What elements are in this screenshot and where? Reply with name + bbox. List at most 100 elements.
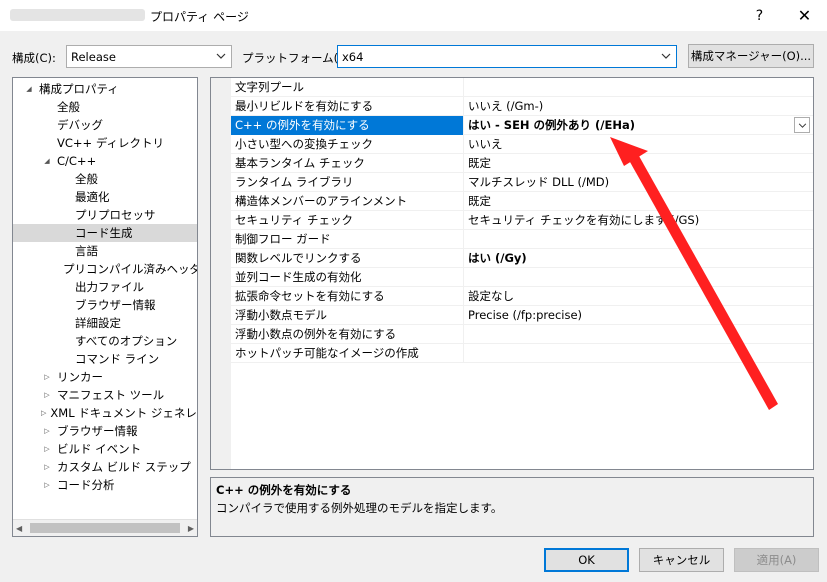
tree-item[interactable]: コード生成 xyxy=(13,224,197,242)
property-name: ランタイム ライブラリ xyxy=(235,175,354,189)
property-value[interactable] xyxy=(463,78,813,97)
apply-button[interactable]: 適用(A) xyxy=(734,548,819,572)
property-value[interactable] xyxy=(463,268,813,287)
tree-item[interactable]: ▷ マニフェスト ツール xyxy=(13,386,197,404)
tree-horizontal-scrollbar[interactable]: ◀ ▶ xyxy=(13,519,197,536)
property-value-text: マルチスレッド DLL (/MD) xyxy=(468,175,610,189)
tree-item-label: コード生成 xyxy=(75,226,133,240)
tree-item[interactable]: 最適化 xyxy=(13,188,197,206)
tree-item[interactable]: すべてのオプション xyxy=(13,332,197,350)
scroll-right-icon[interactable]: ▶ xyxy=(188,524,194,533)
tree-item[interactable]: ▷XML ドキュメント ジェネレーター xyxy=(13,404,197,422)
property-row[interactable]: ランタイム ライブラリ マルチスレッド DLL (/MD) xyxy=(231,173,813,192)
expanded-triangle-icon[interactable]: ◢ xyxy=(41,157,53,165)
tree-item[interactable]: ▷ ブラウザー情報 xyxy=(13,422,197,440)
tree-item[interactable]: 出力ファイル xyxy=(13,278,197,296)
collapsed-triangle-icon[interactable]: ▷ xyxy=(41,427,53,435)
property-value[interactable]: Precise (/fp:precise) xyxy=(463,306,813,325)
property-row[interactable]: セキュリティ チェック セキュリティ チェックを有効にします (/GS) xyxy=(231,211,813,230)
property-value-text: Precise (/fp:precise) xyxy=(468,308,583,322)
property-value-text: 設定なし xyxy=(468,289,514,303)
tree-item[interactable]: 全般 xyxy=(13,170,197,188)
tree-item[interactable]: ▷ コード分析 xyxy=(13,476,197,494)
collapsed-triangle-icon[interactable]: ▷ xyxy=(41,373,53,381)
property-value-text: 既定 xyxy=(468,194,491,208)
tree-item[interactable]: 詳細設定 xyxy=(13,314,197,332)
property-row[interactable]: 並列コード生成の有効化 xyxy=(231,268,813,287)
property-row[interactable]: ホットパッチ可能なイメージの作成 xyxy=(231,344,813,363)
property-row[interactable]: 基本ランタイム チェック 既定 xyxy=(231,154,813,173)
description-text: コンパイラで使用する例外処理のモデルを指定します。 xyxy=(216,501,503,515)
property-value[interactable] xyxy=(463,230,813,249)
property-name: C++ の例外を有効にする xyxy=(231,116,463,135)
tree-item-label: 出力ファイル xyxy=(75,280,144,294)
tree-item-label: コード分析 xyxy=(57,478,115,492)
cancel-button[interactable]: キャンセル xyxy=(639,548,724,572)
collapsed-triangle-icon[interactable]: ▷ xyxy=(41,463,53,471)
config-combo[interactable]: Release xyxy=(66,45,232,68)
tree-item[interactable]: デバッグ xyxy=(13,116,197,134)
property-name: セキュリティ チェック xyxy=(235,213,353,227)
property-row[interactable]: 浮動小数点の例外を有効にする xyxy=(231,325,813,344)
ok-button[interactable]: OK xyxy=(544,548,629,572)
property-value[interactable]: 既定 xyxy=(463,192,813,211)
platform-combo[interactable]: x64 xyxy=(337,45,677,68)
chevron-down-icon xyxy=(215,49,227,63)
property-value[interactable] xyxy=(463,325,813,344)
title-blurred-project-name xyxy=(10,9,145,21)
property-value[interactable]: はい - SEH の例外あり (/EHa) xyxy=(463,116,813,135)
tree-item[interactable]: ◢ C/C++ xyxy=(13,152,197,170)
property-name: 最小リビルドを有効にする xyxy=(235,99,374,113)
tree-item-label: 詳細設定 xyxy=(75,316,121,330)
tree-item[interactable]: ▷ リンカー xyxy=(13,368,197,386)
tree-item-label: XML ドキュメント ジェネレーター xyxy=(50,406,197,420)
help-button[interactable]: ? xyxy=(737,0,782,31)
chevron-down-icon[interactable] xyxy=(794,117,810,133)
tree-item[interactable]: ▷ ビルド イベント xyxy=(13,440,197,458)
collapsed-triangle-icon[interactable]: ▷ xyxy=(41,445,53,453)
property-row[interactable]: 構造体メンバーのアラインメント 既定 xyxy=(231,192,813,211)
grid-gutter xyxy=(211,78,231,469)
tree-item[interactable]: ブラウザー情報 xyxy=(13,296,197,314)
property-row[interactable]: C++ の例外を有効にする はい - SEH の例外あり (/EHa) xyxy=(231,116,813,135)
property-tree[interactable]: ◢ 構成プロパティ 全般 デバッグ VC++ ディレクトリ ◢ C/C++ 全般 最適化 プリプロ… xyxy=(12,77,198,537)
tree-item[interactable]: 全般 xyxy=(13,98,197,116)
tree-item-label: VC++ ディレクトリ xyxy=(57,136,165,150)
property-row[interactable]: 最小リビルドを有効にする いいえ (/Gm-) xyxy=(231,97,813,116)
tree-item[interactable]: 言語 xyxy=(13,242,197,260)
tree-item-label: 全般 xyxy=(75,172,98,186)
expanded-triangle-icon[interactable]: ◢ xyxy=(23,85,35,93)
property-value[interactable]: セキュリティ チェックを有効にします (/GS) xyxy=(463,211,813,230)
property-row[interactable]: 関数レベルでリンクする はい (/Gy) xyxy=(231,249,813,268)
scroll-thumb[interactable] xyxy=(30,523,180,533)
property-value[interactable]: 既定 xyxy=(463,154,813,173)
tree-item[interactable]: ▷ カスタム ビルド ステップ xyxy=(13,458,197,476)
property-row[interactable]: 制御フロー ガード xyxy=(231,230,813,249)
tree-item[interactable]: ◢ 構成プロパティ xyxy=(13,80,197,98)
config-manager-button[interactable]: 構成マネージャー(O)... xyxy=(688,44,814,68)
property-row[interactable]: 浮動小数点モデル Precise (/fp:precise) xyxy=(231,306,813,325)
close-button[interactable]: ✕ xyxy=(782,0,827,31)
collapsed-triangle-icon[interactable]: ▷ xyxy=(41,481,53,489)
property-value[interactable] xyxy=(463,344,813,363)
property-value[interactable]: はい (/Gy) xyxy=(463,249,813,268)
tree-item[interactable]: コマンド ライン xyxy=(13,350,197,368)
scroll-left-icon[interactable]: ◀ xyxy=(16,524,22,533)
tree-item-label: ブラウザー情報 xyxy=(75,298,156,312)
tree-item[interactable]: プリコンパイル済みヘッダー xyxy=(13,260,197,278)
property-row[interactable]: 文字列プール xyxy=(231,78,813,97)
tree-item-label: 構成プロパティ xyxy=(39,82,119,96)
property-row[interactable]: 小さい型への変換チェック いいえ xyxy=(231,135,813,154)
property-row[interactable]: 拡張命令セットを有効にする 設定なし xyxy=(231,287,813,306)
property-value[interactable]: いいえ (/Gm-) xyxy=(463,97,813,116)
tree-item[interactable]: プリプロセッサ xyxy=(13,206,197,224)
property-value[interactable]: マルチスレッド DLL (/MD) xyxy=(463,173,813,192)
platform-value: x64 xyxy=(342,49,364,64)
window-title: プロパティ ページ xyxy=(150,10,249,24)
property-grid[interactable]: 文字列プール最小リビルドを有効にする いいえ (/Gm-) C++ の例外を有効にす… xyxy=(210,77,814,470)
property-value[interactable]: 設定なし xyxy=(463,287,813,306)
tree-item-label: C/C++ xyxy=(57,154,97,168)
property-value[interactable]: いいえ xyxy=(463,135,813,154)
tree-item[interactable]: VC++ ディレクトリ xyxy=(13,134,197,152)
collapsed-triangle-icon[interactable]: ▷ xyxy=(41,391,53,399)
